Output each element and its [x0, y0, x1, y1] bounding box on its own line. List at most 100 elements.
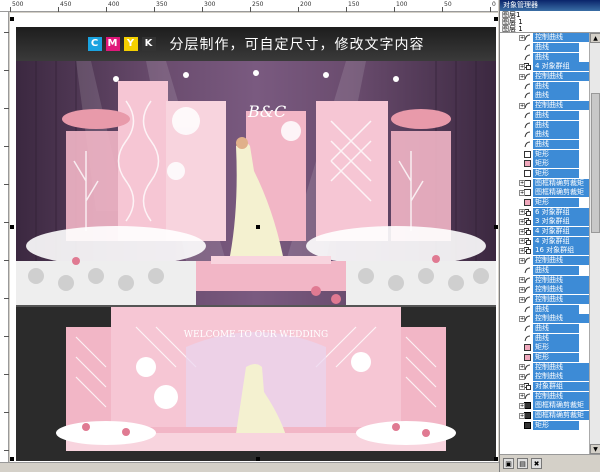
tree-item[interactable]: 矩形: [500, 159, 589, 169]
scroll-up-arrow-icon[interactable]: ▲: [590, 33, 600, 43]
expand-toggle-icon[interactable]: +: [519, 257, 525, 264]
tree-item[interactable]: + 控制曲线: [500, 314, 589, 324]
object-manager-panel[interactable]: 对象管理器 图层1 图层 1 图层 1 + 控制曲线 曲线 曲线 +4 对象群组 + 控制曲…: [499, 0, 600, 472]
tree-item[interactable]: 矩形: [500, 420, 589, 431]
group-icon: [524, 218, 531, 226]
tree-item[interactable]: +4 对象群组: [500, 62, 589, 72]
tree-item[interactable]: + 图框精确剪裁矩: [500, 188, 589, 198]
expand-toggle-icon[interactable]: +: [519, 248, 525, 255]
tree-item[interactable]: + 控制曲线: [500, 72, 589, 82]
tree-item[interactable]: + 控制曲线: [500, 391, 589, 401]
tree-item[interactable]: + 控制曲线: [500, 33, 589, 43]
tree-item[interactable]: 矩形: [500, 198, 589, 208]
selection-handles[interactable]: [10, 13, 498, 462]
tree-item[interactable]: +4 对象群组: [500, 236, 589, 246]
ruler-tick: [154, 7, 155, 12]
tree-item[interactable]: 曲线: [500, 333, 589, 343]
tree-scrollbar[interactable]: ▲ ▼: [589, 33, 600, 454]
tree-item[interactable]: 矩形: [500, 168, 589, 179]
layer-line-3: 图层 1: [502, 25, 523, 33]
tree-item[interactable]: 曲线: [500, 304, 589, 314]
tree-item[interactable]: + 控制曲线: [500, 372, 589, 382]
tree-item-label: 控制曲线: [533, 372, 589, 382]
layer-header[interactable]: 图层1 图层 1 图层 1: [500, 11, 600, 33]
expand-toggle-icon[interactable]: +: [519, 315, 525, 322]
tree-item[interactable]: +16 对象群组: [500, 246, 589, 256]
tree-item-label: 4 对象群组: [533, 236, 589, 246]
tree-item[interactable]: 曲线: [500, 130, 589, 140]
tree-item[interactable]: + 控制曲线: [500, 275, 589, 285]
tree-item-label: 6 对象群组: [533, 207, 589, 217]
expand-toggle-icon[interactable]: +: [519, 64, 525, 71]
rect-icon: [524, 179, 531, 187]
expand-toggle-icon[interactable]: +: [519, 35, 525, 41]
group-icon: [524, 237, 531, 245]
curve-icon: [524, 296, 531, 303]
curve-icon: [524, 373, 531, 380]
expand-toggle-icon[interactable]: +: [519, 374, 525, 381]
scroll-thumb[interactable]: [591, 93, 600, 233]
tree-item[interactable]: + 控制曲线: [500, 256, 589, 266]
tree-item[interactable]: +6 对象群组: [500, 207, 589, 217]
expand-toggle-icon[interactable]: +: [519, 296, 525, 303]
expand-toggle-icon[interactable]: +: [519, 102, 525, 109]
tree-item[interactable]: + 控制曲线: [500, 294, 589, 305]
tree-item[interactable]: + 控制曲线: [500, 285, 589, 295]
tree-item[interactable]: 曲线: [500, 265, 589, 276]
tree-item[interactable]: 曲线: [500, 139, 589, 150]
rect-icon: [524, 189, 531, 197]
expand-toggle-icon[interactable]: +: [519, 209, 525, 216]
tree-item[interactable]: +4 对象群组: [500, 227, 589, 237]
expand-toggle-icon[interactable]: +: [519, 190, 525, 196]
group-icon: [524, 228, 531, 236]
tree-item[interactable]: 矩形: [500, 343, 589, 353]
drawing-canvas[interactable]: C M Y K 分层制作，可自定尺寸，修改文字内容 B&C WELCOME TO…: [10, 13, 498, 462]
expand-toggle-icon[interactable]: +: [519, 228, 525, 235]
tree-item[interactable]: + 图框精确剪裁矩: [500, 411, 589, 421]
tree-item[interactable]: 矩形: [500, 353, 589, 363]
tree-item-label: 控制曲线: [533, 33, 589, 43]
expand-toggle-icon[interactable]: +: [519, 180, 525, 187]
tree-item-label: 曲线: [533, 91, 579, 101]
tree-item[interactable]: + 图框精确剪裁矩: [500, 178, 589, 188]
tree-item[interactable]: 曲线: [500, 120, 589, 130]
delete-icon[interactable]: ✖: [531, 458, 542, 469]
tree-item[interactable]: 矩形: [500, 149, 589, 159]
ruler-tick: [4, 70, 9, 71]
group-icon: [524, 208, 531, 216]
expand-toggle-icon[interactable]: +: [519, 286, 525, 293]
expand-toggle-icon[interactable]: +: [519, 277, 525, 284]
curve-icon: [524, 131, 531, 138]
tree-item[interactable]: 曲线: [500, 323, 589, 334]
expand-toggle-icon[interactable]: +: [519, 383, 525, 390]
scroll-down-arrow-icon[interactable]: ▼: [590, 444, 600, 454]
rect-pink-icon: [524, 160, 531, 168]
tree-item[interactable]: 曲线: [500, 43, 589, 53]
object-tree[interactable]: + 控制曲线 曲线 曲线 +4 对象群组 + 控制曲线 曲线 曲线 + 控制曲线 曲线 曲线 曲线 曲线 矩形…: [500, 33, 589, 454]
tree-item-label: 曲线: [533, 304, 579, 314]
expand-toggle-icon[interactable]: +: [519, 73, 525, 80]
tree-item[interactable]: 曲线: [500, 81, 589, 91]
ruler-tick: [394, 7, 395, 12]
expand-toggle-icon[interactable]: +: [519, 364, 525, 371]
ruler-tick: [106, 7, 107, 12]
expand-toggle-icon[interactable]: +: [519, 393, 525, 400]
tree-item[interactable]: 曲线: [500, 110, 589, 121]
tree-item[interactable]: + 对象群组: [500, 382, 589, 392]
tree-item[interactable]: + 控制曲线: [500, 362, 589, 372]
group-icon: [524, 247, 531, 255]
expand-toggle-icon[interactable]: +: [519, 238, 525, 245]
tree-item[interactable]: + 控制曲线: [500, 101, 589, 111]
expand-toggle-icon[interactable]: +: [519, 412, 525, 419]
ruler-tick: [4, 108, 9, 109]
new-layer-icon[interactable]: ▣: [503, 458, 514, 469]
new-master-layer-icon[interactable]: ▤: [517, 458, 528, 469]
tree-item[interactable]: 曲线: [500, 52, 589, 62]
tree-item-label: 控制曲线: [533, 256, 589, 266]
expand-toggle-icon[interactable]: +: [519, 403, 525, 410]
curve-icon: [524, 141, 531, 148]
expand-toggle-icon[interactable]: +: [519, 219, 525, 226]
tree-item[interactable]: + 图框精确剪裁矩: [500, 401, 589, 411]
tree-item[interactable]: 曲线: [500, 91, 589, 101]
tree-item[interactable]: +3 对象群组: [500, 217, 589, 227]
